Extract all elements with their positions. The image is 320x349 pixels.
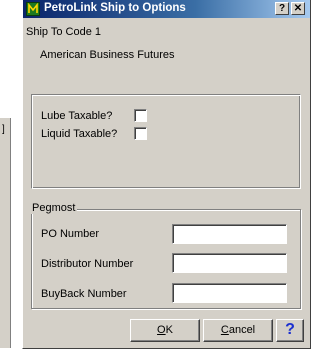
petrolink-logo-glyph	[28, 3, 38, 13]
pegmost-group-legend: Pegmost	[30, 202, 78, 214]
ship-to-code-label: Ship To Code 1	[26, 26, 102, 38]
cancel-label-rest: ancel	[228, 324, 256, 336]
buyback-number-label: BuyBack Number	[41, 288, 127, 300]
ok-button[interactable]: OK	[130, 319, 200, 342]
cancel-button[interactable]: Cancel	[203, 319, 273, 342]
cancel-mnemonic: C	[220, 324, 229, 336]
po-number-label: PO Number	[41, 228, 100, 240]
lube-taxable-label: Lube Taxable?	[41, 110, 113, 122]
help-button[interactable]: ?	[276, 319, 304, 342]
help-question-icon: ?	[285, 321, 295, 338]
liquid-taxable-checkbox[interactable]	[134, 127, 147, 140]
distributor-number-input[interactable]	[172, 253, 287, 273]
background-window-edge: ]	[0, 118, 11, 348]
background-window-glyph: ]	[2, 124, 5, 135]
close-title-button[interactable]: ✕	[291, 2, 305, 15]
po-number-input[interactable]	[172, 224, 287, 244]
lube-taxable-checkbox[interactable]	[134, 109, 147, 122]
title-bar[interactable]: PetroLink Ship to Options ? ✕	[23, 0, 310, 18]
ship-to-options-dialog: PetroLink Ship to Options ? ✕ Ship To Co…	[22, 0, 311, 349]
petrolink-app-icon	[26, 2, 40, 16]
company-name: American Business Futures	[40, 49, 175, 61]
help-title-button[interactable]: ?	[275, 2, 289, 15]
window-title: PetroLink Ship to Options	[44, 2, 186, 14]
ok-mnemonic: O	[157, 324, 166, 336]
taxable-frame	[31, 94, 301, 189]
buyback-number-input[interactable]	[172, 283, 287, 303]
distributor-number-label: Distributor Number	[41, 258, 134, 270]
liquid-taxable-label: Liquid Taxable?	[41, 128, 118, 140]
ok-label-rest: K	[165, 324, 173, 336]
